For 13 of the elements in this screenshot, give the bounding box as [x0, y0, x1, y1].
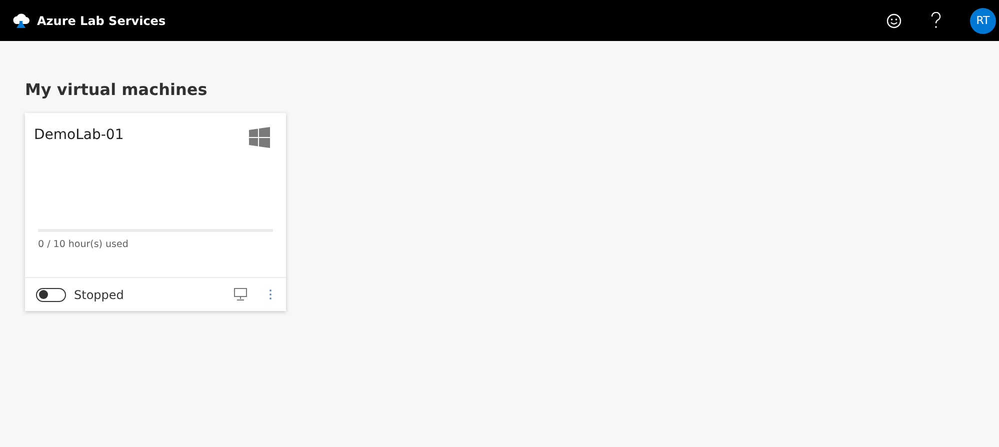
user-avatar[interactable]: RT [970, 8, 996, 34]
vm-name: DemoLab-01 [34, 127, 124, 145]
cloud-flask-icon [11, 12, 31, 28]
windows-logo-icon [249, 127, 270, 148]
more-options-icon[interactable] [269, 289, 272, 300]
monitor-icon[interactable] [234, 288, 247, 301]
help-icon[interactable] [930, 12, 942, 29]
power-toggle[interactable] [36, 288, 66, 302]
vm-status: Stopped [74, 288, 124, 302]
usage-text: 0 / 10 hour(s) used [38, 239, 130, 250]
app-title: Azure Lab Services [37, 14, 166, 28]
page-title: My virtual machines [25, 79, 208, 100]
smiley-icon[interactable] [886, 12, 902, 28]
